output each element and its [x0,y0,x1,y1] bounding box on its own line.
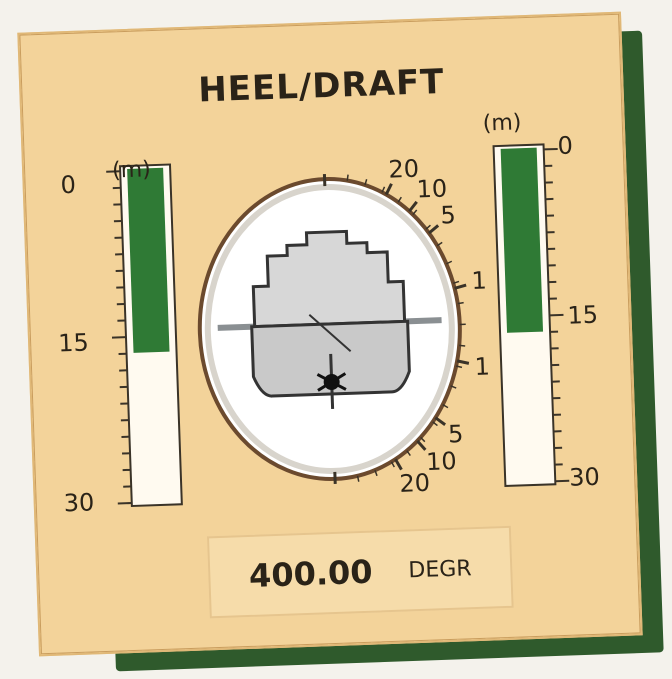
left-label-15: 15 [58,328,90,357]
dial-tick [408,200,418,213]
heel-dial: 201051151020 [197,155,490,498]
left-gauge-unit: (m) [112,157,151,183]
dial-label: 1 [474,353,490,382]
right-label-15: 15 [567,301,599,330]
dial-minor-tick [457,301,464,305]
left-gauge-fill [127,167,170,353]
right-draft-gauge: (m) 0 15 30 [482,110,601,492]
right-gauge-unit: (m) [482,110,521,136]
left-draft-gauge: (m) 0 15 30 [58,157,183,517]
dial-tick [394,458,403,471]
dial-label: 20 [388,155,420,184]
dial-label: 5 [448,420,464,449]
dial-tick [384,183,393,196]
dial-label: 5 [440,201,456,230]
dial-label: 1 [471,266,487,295]
right-gauge-fill [500,147,544,333]
ship-icon [250,229,411,410]
dial-tick [428,224,440,235]
heel-readout: 400.00 DEGR [206,525,514,619]
dial-tick [456,359,470,365]
readout-unit: DEGR [408,555,473,583]
dial-label: 20 [399,469,431,498]
dial-label: 10 [426,447,458,476]
heel-draft-panel: HEEL/DRAFT (m) 0 15 30 (m) 0 15 30 20 10… [17,11,643,657]
left-label-0: 0 [60,171,76,200]
left-label-30: 30 [63,488,95,517]
dial-label: 10 [416,174,448,203]
readout-value: 400.00 [248,552,374,595]
dial-tick [434,416,447,426]
right-label-30: 30 [569,463,601,492]
dial-minor-tick [346,174,349,181]
dial-tick [454,283,467,290]
dial-minor-tick [459,344,466,347]
right-label-0: 0 [557,131,573,160]
